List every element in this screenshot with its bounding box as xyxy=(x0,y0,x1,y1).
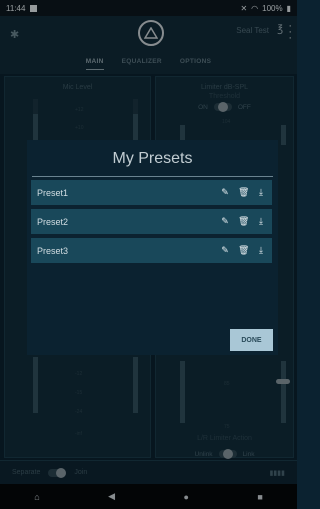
preset-name: Preset2 xyxy=(37,216,69,227)
edit-icon[interactable]: ✎ xyxy=(220,216,230,227)
preset-row[interactable]: Preset2 ✎ 🗑 ⤓ xyxy=(31,209,272,234)
download-icon[interactable]: ⤓ xyxy=(256,245,266,256)
presets-dialog: My Presets Preset1 ✎ 🗑 ⤓ Preset2 ✎ 🗑 ⤓ P… xyxy=(27,140,278,355)
preset-row[interactable]: Preset3 ✎ 🗑 ⤓ xyxy=(31,238,272,263)
preset-name: Preset1 xyxy=(37,187,69,198)
dialog-title: My Presets xyxy=(112,150,193,167)
delete-icon[interactable]: 🗑 xyxy=(238,245,249,256)
dialog-divider xyxy=(32,176,273,177)
download-icon[interactable]: ⤓ xyxy=(256,216,266,227)
download-icon[interactable]: ⤓ xyxy=(256,187,266,198)
edit-icon[interactable]: ✎ xyxy=(220,245,230,256)
edit-icon[interactable]: ✎ xyxy=(220,187,230,198)
done-button[interactable]: DONE xyxy=(230,329,273,351)
preset-name: Preset3 xyxy=(37,245,69,256)
preset-row[interactable]: Preset1 ✎ 🗑 ⤓ xyxy=(31,180,272,205)
delete-icon[interactable]: 🗑 xyxy=(238,216,249,227)
delete-icon[interactable]: 🗑 xyxy=(238,187,249,198)
